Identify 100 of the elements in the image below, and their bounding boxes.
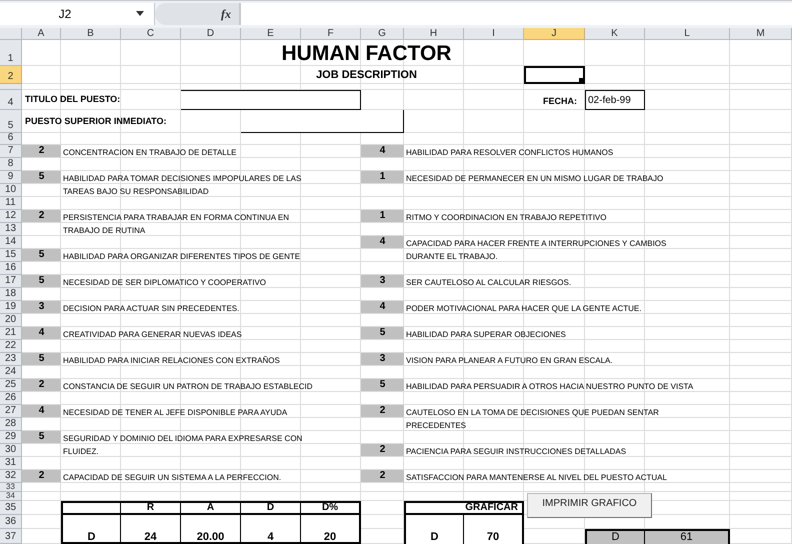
row-header[interactable]: 27	[0, 405, 22, 418]
column-header[interactable]: B	[61, 28, 121, 40]
row-header[interactable]: 36	[0, 515, 22, 529]
trait-text: NECESIDAD DE SER DIPLOMATICO Y COOPERATIVO	[63, 277, 266, 289]
table-cell: D	[585, 529, 645, 544]
table-header: D%	[301, 501, 361, 515]
name-box[interactable]: J2	[0, 2, 155, 24]
print-chart-button[interactable]: IMPRIMIR GRAFICO	[527, 493, 652, 518]
score-cell: 2	[22, 470, 61, 483]
table-cell: 20	[301, 515, 361, 544]
row-header[interactable]: 12	[0, 210, 22, 223]
row-header[interactable]: 4	[0, 90, 22, 110]
table-header: GRAFICAR	[404, 501, 524, 515]
table-cell: 24	[121, 515, 181, 544]
row-header[interactable]: 9	[0, 171, 22, 184]
column-header[interactable]: E	[241, 28, 301, 40]
column-header[interactable]: M	[730, 28, 792, 40]
table-cell: D	[61, 515, 121, 544]
row-header[interactable]: 24	[0, 366, 22, 379]
score-cell: 2	[22, 145, 61, 158]
trait-text: CREATIVIDAD PARA GENERAR NUEVAS IDEAS	[63, 329, 242, 341]
trait-text: DECISION PARA ACTUAR SIN PRECEDENTES.	[63, 303, 240, 315]
column-header[interactable]: I	[464, 28, 524, 40]
row-header[interactable]: 21	[0, 327, 22, 340]
row-header[interactable]: 6	[0, 133, 22, 145]
column-header[interactable]: H	[404, 28, 464, 40]
function-button[interactable]: fx	[221, 4, 231, 22]
row-header[interactable]: 25	[0, 379, 22, 392]
score-cell: 1	[361, 210, 404, 223]
trait-text: SER CAUTELOSO AL CALCULAR RIESGOS.	[406, 277, 572, 289]
row-header[interactable]: 14	[0, 236, 22, 249]
column-header[interactable]: C	[121, 28, 181, 40]
score-cell: 5	[22, 249, 61, 262]
trait-text: VISION PARA PLANEAR A FUTURO EN GRAN ESCALA.	[406, 355, 613, 367]
trait-text: HABILIDAD PARA ORGANIZAR DIFERENTES TIPOS DE GENTE	[63, 251, 300, 263]
table-cell: 70	[464, 515, 524, 544]
row-header[interactable]: 31	[0, 457, 22, 470]
job-title-field[interactable]	[181, 90, 361, 110]
trait-text: CONSTANCIA DE SEGUIR UN PATRON DE TRABAJO ESTABLECID	[63, 381, 313, 393]
table-cell: 61	[645, 529, 730, 544]
score-cell: 3	[22, 301, 61, 314]
trait-text: PACIENCIA PARA SEGUIR INSTRUCCIONES DETALLADAS	[406, 446, 626, 458]
date-field[interactable]: 02-feb-99	[585, 90, 645, 110]
column-header[interactable]: G	[361, 28, 404, 40]
row-header[interactable]: 35	[0, 501, 22, 515]
row-header[interactable]: 15	[0, 249, 22, 262]
row-header[interactable]: 33	[0, 483, 22, 492]
sheet-subtitle: JOB DESCRIPTION	[316, 70, 417, 80]
row-header[interactable]: 5	[0, 110, 22, 133]
trait-text: HABILIDAD PARA PERSUADIR A OTROS HACIA NUESTRO PUNTO DE VISTA	[406, 381, 694, 393]
row-header[interactable]: 37	[0, 529, 22, 544]
row-header[interactable]: 19	[0, 301, 22, 314]
row-header[interactable]: 29	[0, 431, 22, 444]
table-header: A	[181, 501, 241, 515]
trait-text: NECESIDAD DE PERMANECER EN UN MISMO LUGAR DE TRABAJO	[406, 173, 664, 185]
trait-text: HABILIDAD PARA RESOLVER CONFLICTOS HUMANOS	[406, 147, 614, 159]
row-header[interactable]: 13	[0, 223, 22, 236]
row-header[interactable]: 11	[0, 197, 22, 210]
trait-text: CAPACIDAD PARA HACER FRENTE A INTERRUPCIONES Y CAMBIOS DURANTE EL TRABAJO.	[406, 238, 666, 263]
score-cell: 2	[361, 444, 404, 457]
score-cell: 5	[22, 171, 61, 184]
row-header[interactable]: 2	[0, 66, 22, 84]
field-label: TITULO DEL PUESTO:	[25, 93, 120, 106]
trait-text: NECESIDAD DE TENER AL JEFE DISPONIBLE PARA AYUDA	[63, 407, 288, 419]
caret-icon[interactable]	[136, 11, 144, 16]
trait-text: PODER MOTIVACIONAL PARA HACER QUE LA GENTE ACTUE.	[406, 303, 642, 315]
score-cell: 4	[361, 236, 404, 249]
row-header[interactable]: 23	[0, 353, 22, 366]
row-header[interactable]: 32	[0, 470, 22, 483]
column-header[interactable]: D	[181, 28, 241, 40]
row-header[interactable]: 20	[0, 314, 22, 327]
row-header[interactable]: 30	[0, 444, 22, 457]
trait-text: RITMO Y COORDINACION EN TRABAJO REPETITIVO	[406, 212, 606, 224]
row-header[interactable]: 22	[0, 340, 22, 353]
formula-input[interactable]	[240, 2, 792, 24]
trait-text: CONCENTRACION EN TRABAJO DE DETALLE	[63, 147, 237, 159]
row-header[interactable]: 16	[0, 262, 22, 275]
score-cell: 5	[361, 379, 404, 392]
score-cell: 4	[22, 327, 61, 340]
column-header[interactable]: A	[22, 28, 61, 40]
field-label: PUESTO SUPERIOR INMEDIATO:	[25, 114, 167, 128]
column-header[interactable]: J	[524, 28, 585, 40]
row-header[interactable]: 17	[0, 275, 22, 288]
row-header[interactable]: 7	[0, 145, 22, 158]
column-header[interactable]: L	[645, 28, 730, 40]
row-header[interactable]: 8	[0, 158, 22, 171]
row-header[interactable]: 18	[0, 288, 22, 301]
selected-cell[interactable]	[524, 66, 585, 84]
score-cell: 3	[361, 275, 404, 288]
row-header[interactable]: 10	[0, 184, 22, 197]
supervisor-field[interactable]	[241, 110, 404, 133]
row-header[interactable]: 28	[0, 418, 22, 431]
column-header[interactable]: K	[585, 28, 645, 40]
score-cell: 3	[361, 353, 404, 366]
row-header[interactable]: 26	[0, 392, 22, 405]
column-header[interactable]: F	[301, 28, 361, 40]
row-header[interactable]: 1	[0, 40, 22, 66]
score-cell: 5	[361, 327, 404, 340]
trait-text: HABILIDAD PARA TOMAR DECISIONES IMPOPULARES DE LAS TAREAS BAJO SU RESPONSABILIDAD	[63, 173, 302, 198]
row-header[interactable]: 34	[0, 492, 22, 501]
